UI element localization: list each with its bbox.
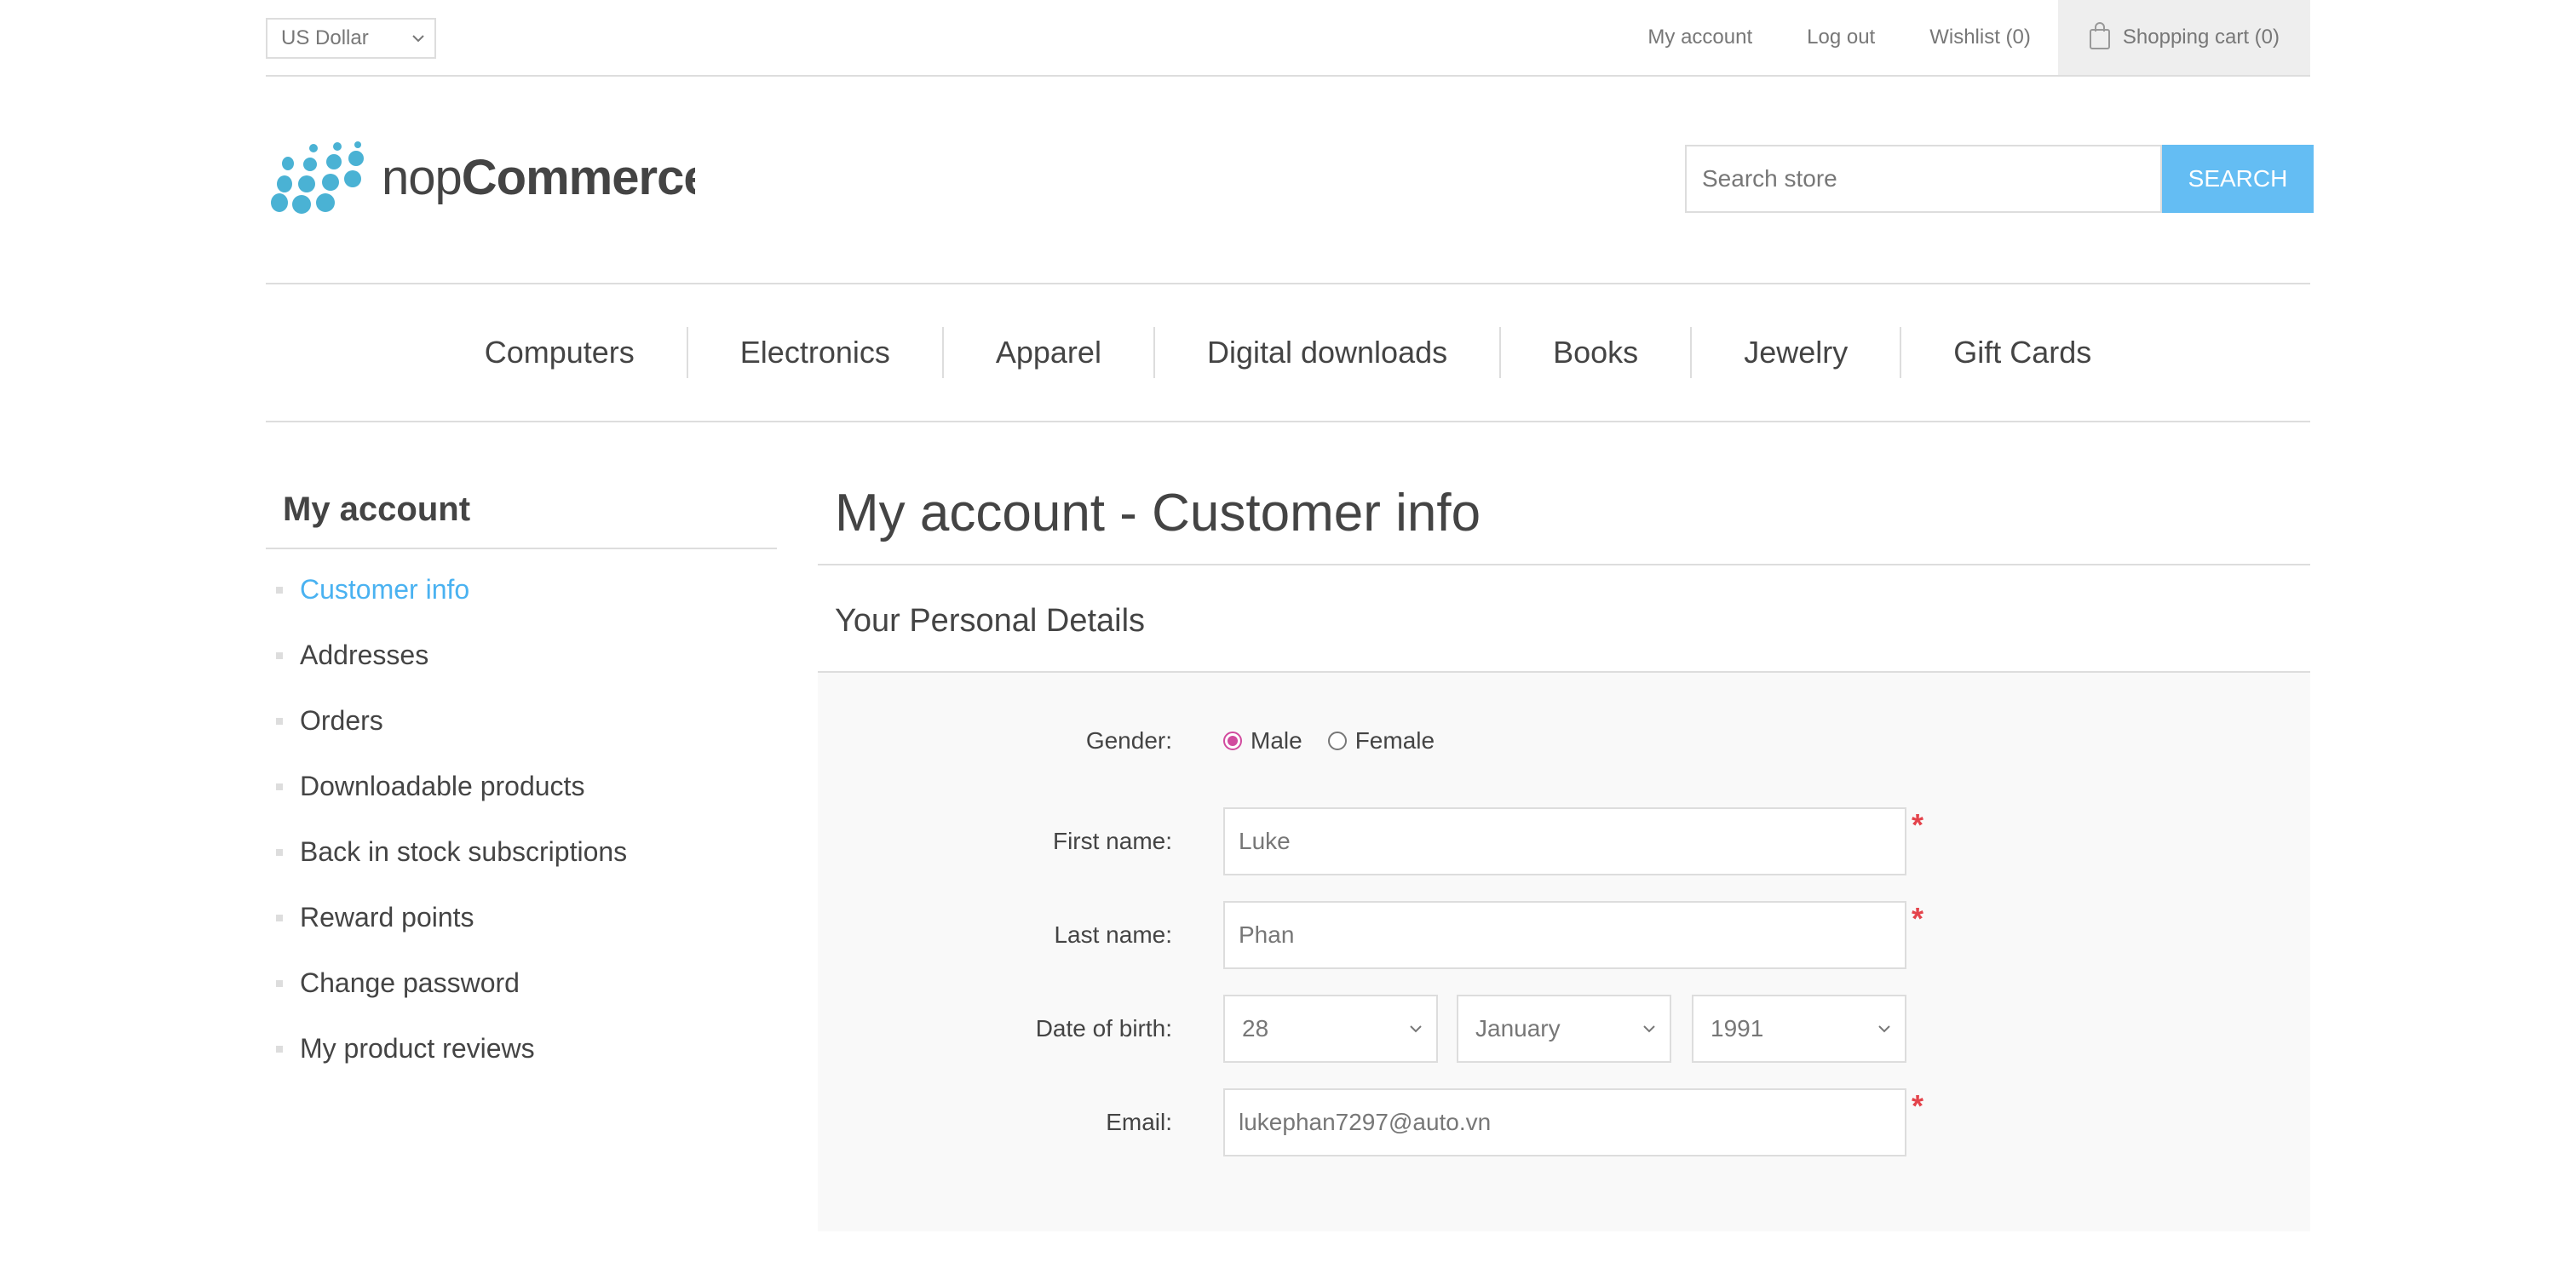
dob-month-value: January [1475,1015,1561,1042]
section-title: Your Personal Details [818,565,2310,673]
main-content: My account - Customer info Your Personal… [818,479,2310,1231]
sidebar-item-addresses[interactable]: Addresses [266,635,777,701]
menu-item-electronics[interactable]: Electronics [688,335,942,370]
menu-item-jewelry[interactable]: Jewelry [1692,335,1900,370]
log-out-link[interactable]: Log out [1807,26,1875,49]
account-navigation: My account Customer info Addresses Order… [266,479,777,1094]
gender-male-label[interactable]: Male [1251,727,1302,755]
dob-day-value: 28 [1242,1015,1269,1042]
sidebar-item-downloadable-products[interactable]: Downloadable products [266,766,777,832]
sidebar-list: Customer info Addresses Orders Downloada… [266,549,777,1094]
menu-item-digital-downloads[interactable]: Digital downloads [1155,335,1499,370]
logo-text-bold: Commerce [462,150,695,205]
gender-label: Gender: [1085,727,1172,754]
chevron-down-icon [1641,996,1658,1086]
gender-female-label[interactable]: Female [1355,727,1435,755]
required-marker: * [1912,901,1924,936]
gender-female-radio[interactable] [1327,732,1347,750]
menu-item-apparel[interactable]: Apparel [944,335,1153,370]
top-menu: Computers Electronics Apparel Digital do… [266,283,2310,422]
store-logo[interactable]: nopCommerce [269,141,711,220]
sidebar-item-orders[interactable]: Orders [266,701,777,766]
my-account-link[interactable]: My account [1647,26,1752,49]
currency-selector-value: US Dollar [281,26,369,49]
date-of-birth-row: Date of birth: 28 January 1991 [818,995,2310,1063]
currency-selector[interactable]: US Dollar [266,18,436,59]
chevron-down-icon [411,20,426,70]
shopping-cart-label: Shopping cart (0) [2122,26,2280,49]
menu-item-books[interactable]: Books [1501,335,1690,370]
first-name-field[interactable] [1223,807,1906,875]
gender-male-radio[interactable] [1223,732,1242,750]
dob-year-value: 1991 [1711,1015,1764,1042]
email-row: Email: * [818,1088,2310,1156]
logo-dots-icon [271,141,364,214]
last-name-label: Last name: [1054,921,1172,948]
dob-month-select[interactable]: January [1457,995,1671,1063]
svg-text:nopCommerce: nopCommerce [382,150,695,205]
menu-item-gift-cards[interactable]: Gift Cards [1901,335,2143,370]
sidebar-item-my-product-reviews[interactable]: My product reviews [266,1029,777,1094]
page-title: My account - Customer info [818,479,2310,565]
personal-details-form: Gender: Male Female First name: * Last n… [818,673,2310,1231]
wishlist-link[interactable]: Wishlist (0) [1929,26,2031,49]
first-name-row: First name: * [818,807,2310,875]
nopcommerce-logo: nopCommerce [271,141,711,214]
dob-day-select[interactable]: 28 [1223,995,1438,1063]
sidebar-item-change-password[interactable]: Change password [266,963,777,1029]
search-input[interactable] [1685,145,2162,213]
logo-text-light: nop [382,150,462,205]
gender-row: Gender: Male Female [818,724,2310,758]
sidebar-title: My account [266,479,777,549]
date-of-birth-label: Date of birth: [1035,1015,1172,1042]
header-links: My account Log out Wishlist (0) Shopping… [1620,0,2310,75]
page: US Dollar My account Log out Wishlist (0… [0,0,2576,1274]
sidebar-item-customer-info[interactable]: Customer info [266,570,777,635]
first-name-label: First name: [1052,828,1172,854]
shopping-cart-link[interactable]: Shopping cart (0) [2057,0,2310,75]
search-box: SEARCH [1685,145,2314,213]
sidebar-item-reward-points[interactable]: Reward points [266,898,777,963]
gender-options: Male Female [1223,727,1460,755]
shopping-bag-icon [2089,21,2111,55]
last-name-field[interactable] [1223,901,1906,969]
last-name-row: Last name: * [818,901,2310,969]
menu-item-computers[interactable]: Computers [433,335,687,370]
search-button[interactable]: SEARCH [2162,145,2314,213]
required-marker: * [1912,807,1924,842]
sidebar-item-back-in-stock-subscriptions[interactable]: Back in stock subscriptions [266,832,777,898]
email-field[interactable] [1223,1088,1906,1156]
header-upper: US Dollar My account Log out Wishlist (0… [266,0,2310,77]
dob-year-select[interactable]: 1991 [1692,995,1906,1063]
required-marker: * [1912,1088,1924,1123]
chevron-down-icon [1407,996,1424,1086]
chevron-down-icon [1876,996,1893,1086]
email-label: Email: [1106,1109,1172,1135]
